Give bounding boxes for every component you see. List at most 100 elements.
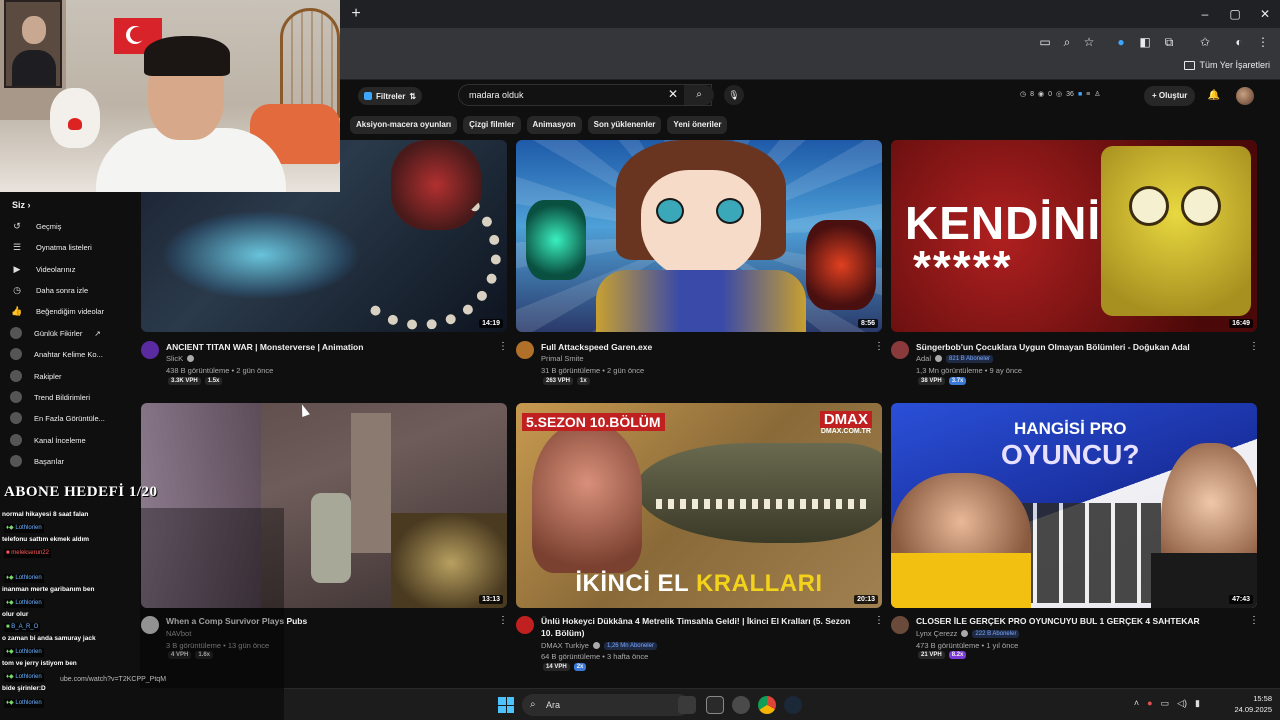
- channel-avatar[interactable]: [141, 341, 159, 359]
- close-icon[interactable]: ✕: [1254, 4, 1276, 24]
- video-title[interactable]: Süngerbob'un Çocuklara Uygun Olmayan Böl…: [916, 341, 1246, 353]
- vph-badge: 38 VPH: [918, 377, 945, 385]
- video-title[interactable]: Ünlü Hokeyci Dükkâna 4 Metrelik Timsahla…: [541, 615, 861, 639]
- channel-name-row: Primal Smite: [541, 354, 584, 363]
- thumb-text-season: 5.SEZON 10.BÖLÜM: [522, 413, 665, 431]
- chat-message: tom ve jerry istiyom ben: [2, 660, 77, 667]
- channel-avatar[interactable]: [516, 341, 534, 359]
- subscriber-badge: 1,26 Mn Aboneler: [603, 641, 657, 650]
- chip-new-to-you[interactable]: Yeni öneriler: [667, 116, 728, 134]
- mic-icon: 🎙: [728, 90, 740, 100]
- filters-button[interactable]: Filtreler ⇅: [358, 87, 423, 105]
- clock-date: 24.09.2025: [1234, 705, 1272, 714]
- plus-icon: +: [1152, 91, 1159, 100]
- video-title[interactable]: Full Attackspeed Garen.exe: [541, 341, 861, 353]
- sidebar-item-trend-alerts[interactable]: Trend Bildirimleri: [10, 388, 136, 406]
- clock[interactable]: 15:58 24.09.2025: [1234, 693, 1272, 715]
- channel-name[interactable]: SlicK: [166, 354, 183, 363]
- channel-name[interactable]: Primal Smite: [541, 354, 584, 363]
- sidebar-item-label: Geçmiş: [36, 221, 62, 231]
- windows-taskbar: ⌕ Ara ˄ ● ▭ ◁) ▮ 15:58 24.09.2025: [284, 688, 1280, 720]
- trophy-icon[interactable]: ♙: [1094, 90, 1100, 98]
- voice-search-button[interactable]: 🎙: [724, 85, 744, 105]
- extension-icon[interactable]: ◧: [1136, 33, 1154, 51]
- more-options-icon[interactable]: ⋮: [1249, 341, 1259, 352]
- bookmark-star-icon[interactable]: ☆: [1080, 33, 1098, 51]
- more-options-icon[interactable]: ⋮: [874, 615, 884, 626]
- extensions-puzzle-icon[interactable]: ⧉: [1160, 33, 1178, 51]
- sidebar-item-daily-ideas[interactable]: Günlük Fikirler ↗: [10, 324, 136, 342]
- vph-badges: 21 VPH 8.2x: [918, 651, 967, 659]
- more-options-icon[interactable]: ⋮: [498, 341, 508, 352]
- vph-badge: 21 VPH: [918, 651, 945, 659]
- screen: + – ▢ ✕ ▭ ⌕ ☆ ● ◧ ⧉ ✩ ◐ ⋮ Tüm Yer İşaret…: [0, 0, 1280, 720]
- video-thumbnail-6[interactable]: HANGİSİ PRO OYUNCU? 47:43: [891, 403, 1257, 608]
- video-thumbnail-5[interactable]: 5.SEZON 10.BÖLÜM DMAX DMAX.COM.TR İKİNCİ…: [516, 403, 882, 608]
- video-thumbnail-2[interactable]: 8:56: [516, 140, 882, 332]
- vph-badge: 14 VPH: [543, 663, 570, 671]
- channel-name[interactable]: DMAX Turkiye: [541, 641, 589, 650]
- volume-icon[interactable]: ◁): [1177, 698, 1187, 709]
- chip-animation[interactable]: Animasyon: [526, 116, 582, 134]
- sidebar-item-liked-videos[interactable]: 👍 Beğendiğim videolar: [10, 302, 136, 320]
- sidebar-item-your-videos[interactable]: ▶ Videolarınız: [10, 260, 136, 278]
- minimize-icon[interactable]: –: [1194, 4, 1216, 24]
- new-tab-button[interactable]: +: [346, 4, 366, 24]
- taskbar-search[interactable]: ⌕ Ara: [522, 694, 690, 716]
- all-bookmarks-folder[interactable]: Tüm Yer İşaretleri: [1184, 60, 1270, 70]
- network-icon[interactable]: ▭: [1161, 698, 1170, 709]
- maximize-icon[interactable]: ▢: [1224, 4, 1246, 24]
- sidebar-you-header[interactable]: Siz ›: [12, 200, 31, 210]
- chevron-up-icon[interactable]: ˄: [1134, 698, 1139, 709]
- blue-badge-icon[interactable]: ■: [1078, 91, 1082, 98]
- video-title[interactable]: CLOSER İLE GERÇEK PRO OYUNCUYU BUL 1 GER…: [916, 615, 1246, 627]
- chrome-icon[interactable]: [758, 696, 776, 714]
- more-options-icon[interactable]: ⋮: [874, 341, 884, 352]
- sidebar-item-competitors[interactable]: Rakipler: [10, 367, 136, 385]
- channel-name[interactable]: Adal: [916, 354, 931, 363]
- playlist-icon: ☰: [12, 242, 22, 252]
- clear-search-icon[interactable]: ✕: [666, 87, 680, 101]
- create-button[interactable]: + Oluştur: [1144, 86, 1196, 106]
- sidebar-item-watch-later[interactable]: ◷ Daha sonra izle: [10, 281, 136, 299]
- sidebar-item-achievements[interactable]: Başarılar: [10, 452, 136, 470]
- channel-avatar[interactable]: [891, 341, 909, 359]
- notifications-bell-icon[interactable]: 🔔: [1206, 88, 1222, 104]
- more-options-icon[interactable]: ⋮: [1249, 615, 1259, 626]
- sidebar-item-label: En Fazla Görüntüle...: [34, 413, 105, 423]
- video-title[interactable]: ANCIENT TITAN WAR | Monsterverse | Anima…: [166, 341, 486, 353]
- thumb-text-title: İKİNCİ EL KRALLARI: [516, 570, 882, 598]
- app-icon[interactable]: [732, 696, 750, 714]
- reading-list-icon[interactable]: ✩: [1196, 33, 1214, 51]
- sidebar-item-history[interactable]: ↺ Geçmiş: [10, 217, 136, 235]
- battery-icon[interactable]: ▮: [1195, 698, 1200, 709]
- sidebar-item-playlists[interactable]: ☰ Oynatma listeleri: [10, 238, 136, 256]
- chip-cartoons[interactable]: Çizgi filmler: [463, 116, 521, 134]
- chip-action-adventure[interactable]: Aksiyon-macera oyunları: [350, 116, 458, 134]
- sidebar-item-keyword[interactable]: Anahtar Kelime Ko...: [10, 345, 136, 363]
- search-button[interactable]: ⌕: [684, 85, 714, 105]
- microphone-icon[interactable]: ●: [1147, 698, 1152, 709]
- video-thumbnail-3[interactable]: KENDİNİ ***** 16:49: [891, 140, 1257, 332]
- more-options-icon[interactable]: ⋮: [498, 615, 508, 626]
- channel-avatar[interactable]: [891, 616, 909, 634]
- sidebar-item-channel-review[interactable]: Kanal İnceleme: [10, 431, 136, 449]
- account-avatar[interactable]: [1236, 87, 1254, 105]
- extension-blue-icon[interactable]: ●: [1112, 33, 1130, 51]
- upload-age: 2 gün önce: [236, 366, 274, 375]
- file-explorer-icon[interactable]: [706, 696, 724, 714]
- windows-start-button[interactable]: [498, 697, 514, 713]
- chat-message: telefonu sattım ekmek aldım: [2, 536, 90, 543]
- extension-icon: [10, 327, 22, 339]
- list-icon[interactable]: ≡: [1086, 91, 1090, 98]
- steam-icon[interactable]: [784, 696, 802, 714]
- task-view-icon[interactable]: [678, 696, 696, 714]
- zoom-icon[interactable]: ⌕: [1058, 33, 1076, 51]
- channel-avatar[interactable]: [516, 616, 534, 634]
- profile-avatar-icon[interactable]: ◐: [1230, 33, 1248, 51]
- cast-icon[interactable]: ▭: [1036, 33, 1054, 51]
- channel-name[interactable]: Lynx Çerezz: [916, 629, 957, 638]
- sidebar-item-most-viewed[interactable]: En Fazla Görüntüle...: [10, 409, 136, 427]
- menu-kebab-icon[interactable]: ⋮: [1254, 33, 1272, 51]
- chip-recently-uploaded[interactable]: Son yüklenenler: [587, 116, 662, 134]
